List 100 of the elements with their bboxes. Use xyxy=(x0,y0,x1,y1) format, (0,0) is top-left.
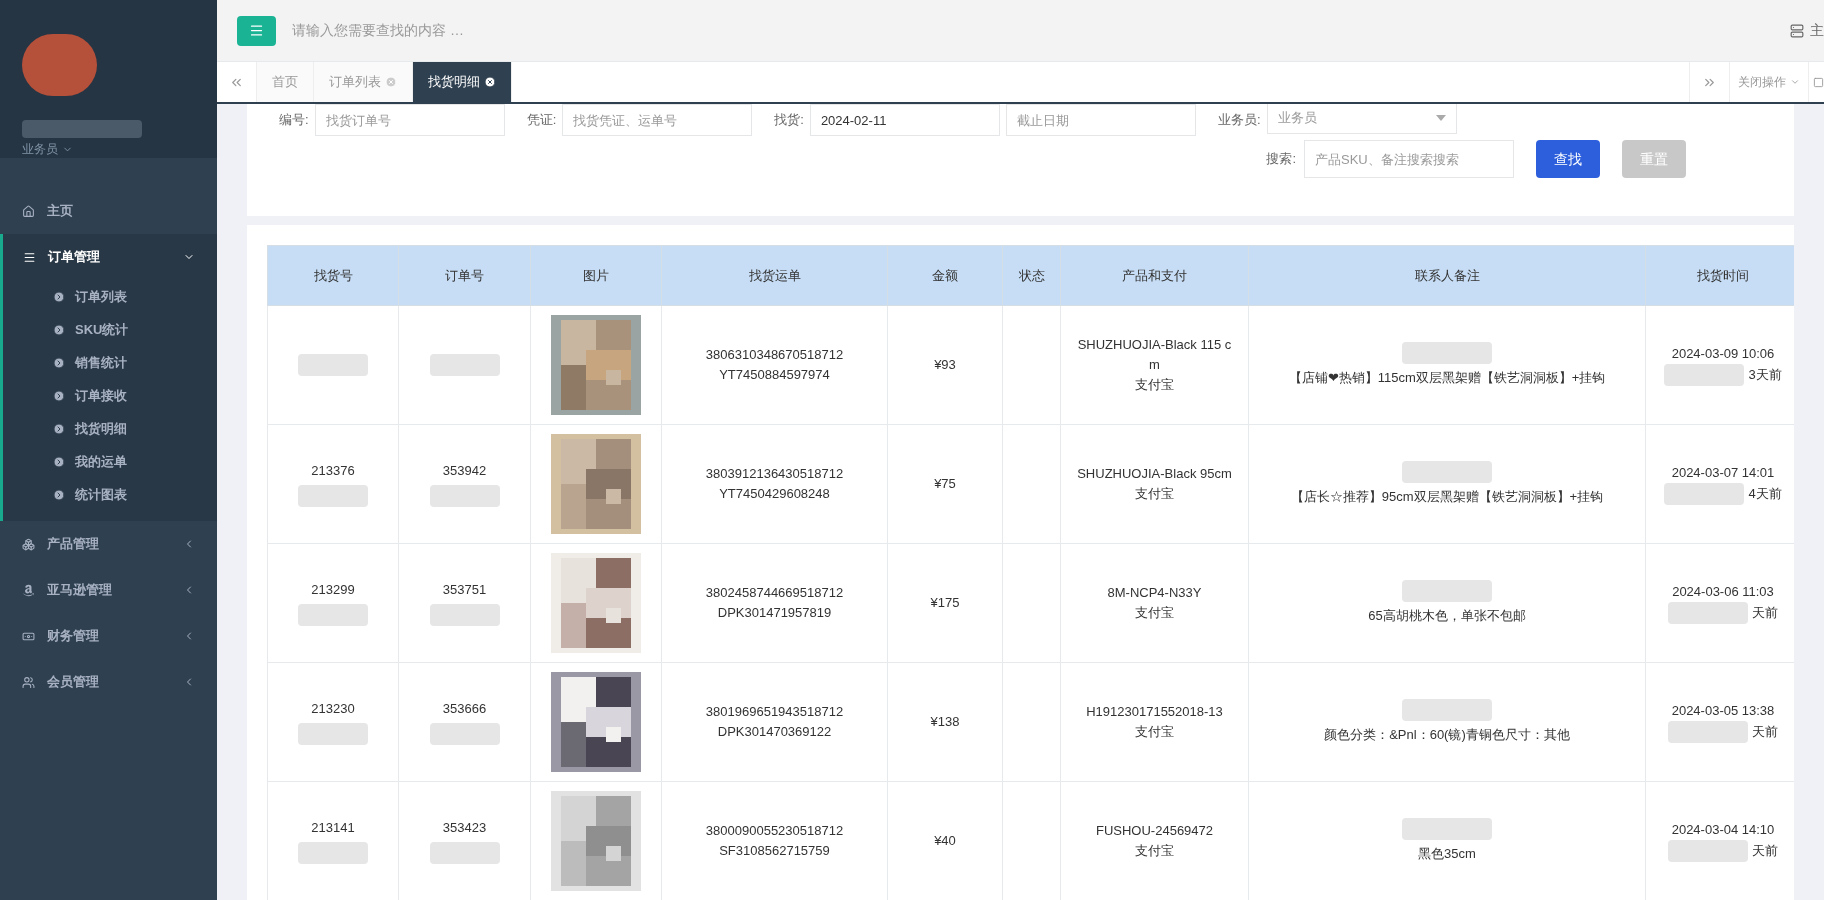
table-cell-text: DPK301471957819 xyxy=(717,604,832,622)
table-cell-text: 天前 xyxy=(1752,604,1778,622)
sidebar-item[interactable]: 会员管理 xyxy=(0,659,217,705)
circle-chevron-icon xyxy=(53,290,65,303)
table-cell-text: 353666 xyxy=(442,700,487,719)
redacted-block xyxy=(298,354,368,376)
filter-label: 找货: xyxy=(774,111,804,130)
table-cell-text: 天前 xyxy=(1752,842,1778,860)
circle-chevron-icon xyxy=(53,323,65,336)
page-tab[interactable]: 首页 xyxy=(257,62,314,102)
table-cell-text: 3801969651943518712 xyxy=(705,703,844,721)
table-cell: ¥40 xyxy=(934,833,956,849)
sidebar-item[interactable]: 主页 xyxy=(0,188,217,234)
menu-icon xyxy=(249,23,264,38)
sidebar-item[interactable]: 订单管理 xyxy=(3,234,217,280)
table-cell-text: SF3108562715759 xyxy=(719,842,830,860)
filter-field[interactable]: 找货凭证、运单号 xyxy=(562,104,753,136)
table-cell-text: 天前 xyxy=(1752,723,1778,741)
redacted-block xyxy=(429,484,500,507)
filter-field[interactable]: 截止日期 xyxy=(1005,104,1196,136)
submenu-item[interactable]: 找货明细 xyxy=(3,412,217,445)
sidebar-item[interactable]: 产品管理 xyxy=(0,521,217,567)
table-cell-text: 【店铺❤热销】115cm双层黑架赠【铁艺洞洞板】+挂钩 xyxy=(1288,369,1606,388)
column-header: 金额 xyxy=(887,245,1003,306)
table-cell-text: 353942 xyxy=(442,462,487,481)
redacted-block xyxy=(298,603,368,626)
column-header: 找货号 xyxy=(267,245,399,306)
table-cell-text: 2024-03-04 14:10 xyxy=(1671,821,1775,839)
filter-label: 搜索: xyxy=(1266,150,1296,169)
column-header: 联系人备注 xyxy=(1248,245,1646,306)
submenu-item[interactable]: 我的运单 xyxy=(3,445,217,478)
page-tab[interactable]: 找货明细 xyxy=(413,62,512,102)
table-cell-text: 65高胡桃木色，单张不包邮 xyxy=(1368,607,1526,626)
caret-icon xyxy=(1435,115,1446,121)
submenu-item[interactable]: SKU统计 xyxy=(3,313,217,346)
table-cell-text: 黑色35cm xyxy=(1418,845,1476,864)
table-cell: ¥93 xyxy=(934,357,956,373)
column-header: 状态 xyxy=(1002,245,1061,306)
circle-chevron-icon xyxy=(53,389,65,402)
table-cell-text: 353751 xyxy=(442,581,487,600)
role-dropdown[interactable]: 业务员 xyxy=(22,140,73,158)
submenu-item[interactable]: 统计图表 xyxy=(3,478,217,511)
column-header: 找货时间 xyxy=(1645,245,1794,306)
sidebar-item[interactable]: 亚马逊管理 xyxy=(0,567,217,613)
filter-label: 凭证: xyxy=(526,111,557,130)
search-button[interactable]: 查找 xyxy=(1536,140,1600,178)
submenu-item[interactable]: 订单列表 xyxy=(3,280,217,313)
circle-chevron-icon xyxy=(53,455,65,468)
table-cell-text: 支付宝 xyxy=(1135,842,1174,860)
table-cell-text: 支付宝 xyxy=(1135,485,1174,503)
sidebar-item[interactable]: 财务管理 xyxy=(0,613,217,659)
circle-chevron-icon xyxy=(53,422,65,435)
table-cell-text: 213141 xyxy=(311,819,355,838)
table-cell-text: 213230 xyxy=(311,700,355,719)
filter-field[interactable]: 2024-02-11 xyxy=(809,104,1000,136)
close-icon[interactable] xyxy=(484,76,496,88)
filter-label: 业务员: xyxy=(1217,111,1261,130)
redacted-block xyxy=(298,841,368,864)
square-icon xyxy=(1813,76,1824,88)
table-cell-text: YT7450429608248 xyxy=(719,485,830,503)
search-field[interactable]: 请输入您需要查找的内容 … xyxy=(292,20,692,41)
table-cell-text: DPK301470369122 xyxy=(717,723,832,741)
table-cell-text: YT7450884597974 xyxy=(719,366,830,384)
table-cell-text: 213299 xyxy=(311,581,355,600)
filter-field[interactable]: 找货订单号 xyxy=(314,104,505,136)
redacted-block xyxy=(429,603,500,626)
table-cell-text: 支付宝 xyxy=(1135,723,1174,741)
submenu-item[interactable]: 订单接收 xyxy=(3,379,217,412)
submenu-item[interactable]: 销售统计 xyxy=(3,346,217,379)
column-header: 订单号 xyxy=(398,245,531,306)
redacted-block xyxy=(298,722,368,745)
page-tab[interactable]: 订单列表 xyxy=(314,62,413,102)
close-actions-dropdown[interactable]: 关闭操作 xyxy=(1729,62,1808,102)
table-cell-text: 353423 xyxy=(442,819,487,838)
table-cell-text: 2024-03-09 10:06 xyxy=(1671,345,1775,363)
redacted-block xyxy=(429,841,500,864)
server-icon xyxy=(1790,23,1804,38)
menu-button[interactable] xyxy=(237,15,276,46)
top-right-label[interactable]: 主 xyxy=(1810,20,1824,41)
nav-icon xyxy=(23,250,36,264)
column-header: 产品和支付 xyxy=(1060,245,1249,306)
caret-icon xyxy=(1790,77,1800,87)
table-cell-text: 2024-03-07 14:01 xyxy=(1671,464,1775,482)
keyword-field[interactable]: 产品SKU、备注搜索搜索 xyxy=(1304,140,1514,178)
salesperson-select[interactable]: 业务员 xyxy=(1266,104,1457,134)
column-header: 图片 xyxy=(530,245,662,306)
tab-action-button[interactable] xyxy=(1808,62,1824,102)
nav-icon xyxy=(22,583,35,597)
table-cell: ¥175 xyxy=(930,595,960,611)
table-cell-text: 213376 xyxy=(311,462,355,481)
table-cell: ¥138 xyxy=(930,714,960,730)
nav-icon xyxy=(22,537,35,551)
table-cell-text: 3803912136430518712 xyxy=(705,465,844,483)
table-cell: ¥75 xyxy=(934,476,956,492)
table-cell-text: SHUZHUOJIA-Black 95cm xyxy=(1077,465,1232,483)
redacted-block xyxy=(429,354,500,376)
circle-chevron-icon xyxy=(53,356,65,369)
nav-icon xyxy=(22,675,35,689)
table-cell-text: 支付宝 xyxy=(1135,604,1174,622)
table-cell-text: SHUZHUOJIA-Black 115 cm xyxy=(1076,336,1233,374)
